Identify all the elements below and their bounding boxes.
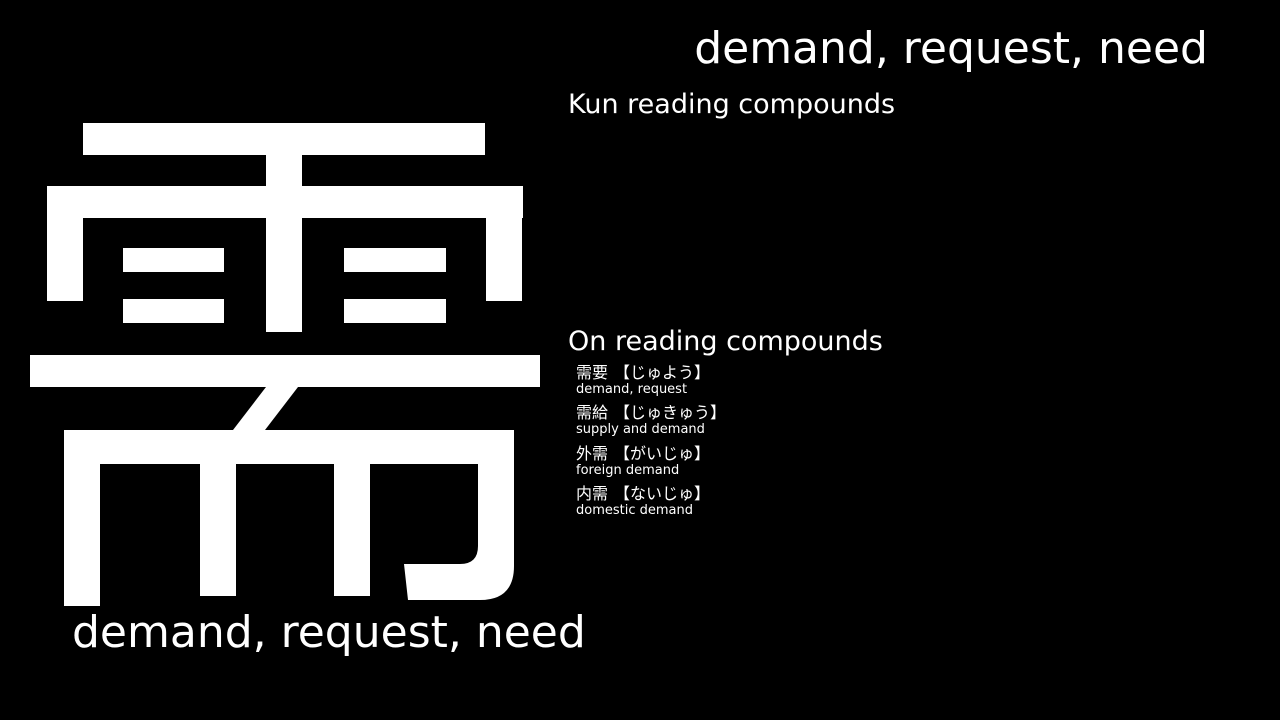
compound-item: 需要 【じゅよう】 demand, request <box>576 364 976 404</box>
compound-word: 需給 <box>576 403 609 423</box>
compound-meaning: supply and demand <box>576 422 705 438</box>
kanji-slide: demand, request, need demand, request, n… <box>0 0 1280 720</box>
compound-word: 内需 <box>576 483 609 503</box>
on-compound-list: 需要 【じゅよう】 demand, request 需給 【じゅきゅう】 suppl… <box>576 364 976 525</box>
compound-meaning: demand, request <box>576 382 688 397</box>
compound-reading: 【がいじゅ】 <box>614 443 711 463</box>
kanji-glyph <box>30 123 540 606</box>
compound-item: 内需 【ないじゅ】 domestic demand <box>576 483 976 525</box>
compound-word: 外需 <box>576 443 609 463</box>
compound-item: 外需 【がいじゅ】 foreign demand <box>576 443 976 485</box>
meaning-title-top: demand, request, need <box>694 23 1208 74</box>
kun-reading-heading: Kun reading compounds <box>568 89 896 120</box>
kanji-character <box>28 96 548 616</box>
compound-meaning: domestic demand <box>576 502 693 518</box>
compound-reading: 【じゅよう】 <box>614 363 711 382</box>
compound-item: 需給 【じゅきゅう】 supply and demand <box>576 404 976 444</box>
compound-reading: 【ないじゅ】 <box>614 483 711 503</box>
compound-meaning: foreign demand <box>576 462 680 478</box>
meaning-title-bottom: demand, request, need <box>72 607 586 658</box>
compound-reading: 【じゅきゅう】 <box>614 403 727 423</box>
on-reading-heading: On reading compounds <box>568 326 883 357</box>
compound-word: 需要 <box>576 363 609 382</box>
